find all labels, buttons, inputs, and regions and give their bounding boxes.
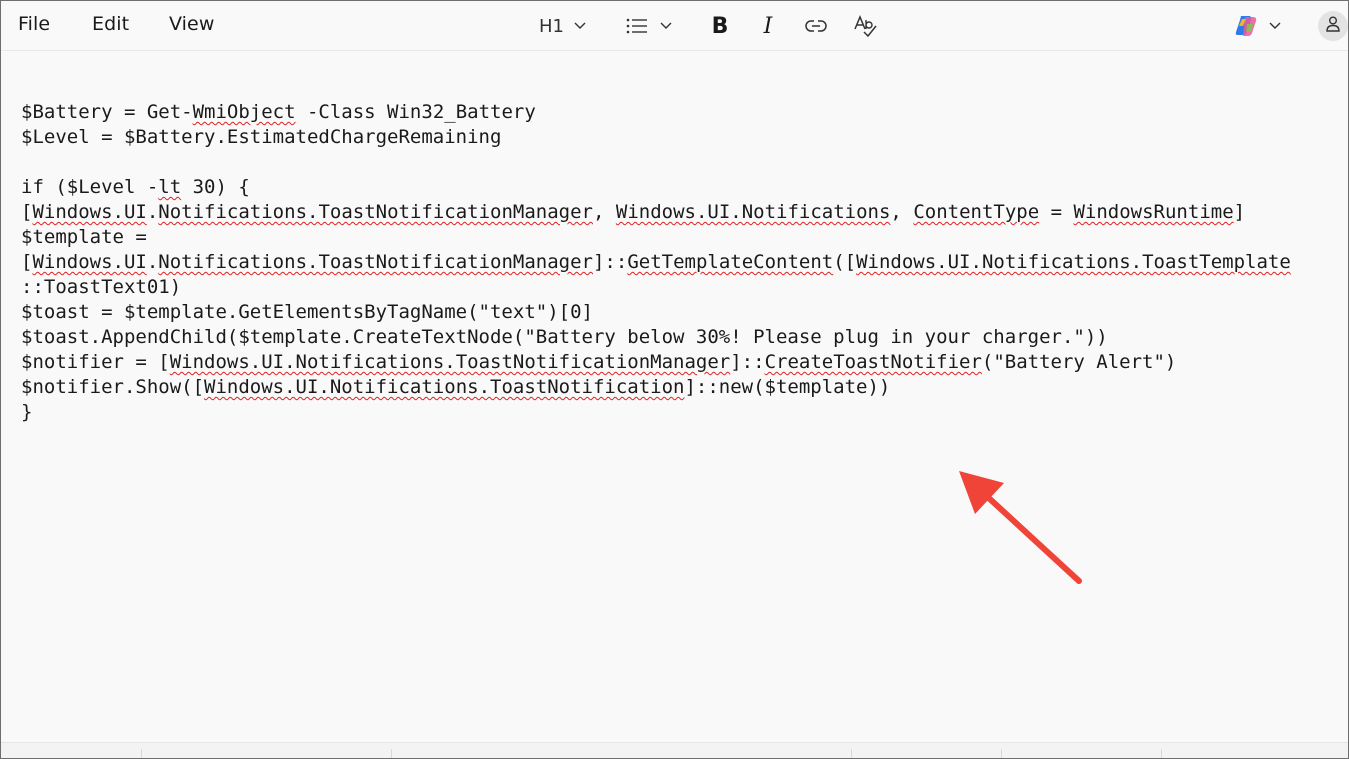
code-segment: ]::new($template)): [684, 376, 891, 398]
menu-file[interactable]: File: [18, 13, 50, 35]
code-segment: ,: [890, 201, 914, 223]
profile-icon: [1326, 16, 1340, 36]
code-segment: [: [21, 201, 33, 223]
code-line[interactable]: ::ToastText01): [21, 275, 1291, 300]
misspelled-word: Notifications.ToastNotificationManager: [158, 251, 593, 273]
profile-button[interactable]: [1318, 11, 1348, 41]
code-line[interactable]: $Battery = Get-WmiObject -Class Win32_Ba…: [21, 100, 1291, 125]
chevron-down-icon: [660, 22, 672, 30]
misspelled-word: Notifications.ToastNotificationManager: [158, 201, 593, 223]
chevron-down-icon: [1269, 22, 1281, 30]
editor-area[interactable]: $Battery = Get-WmiObject -Class Win32_Ba…: [1, 52, 1348, 742]
code-segment: [: [21, 251, 33, 273]
list-icon: [626, 18, 648, 34]
list-dropdown[interactable]: [626, 11, 682, 41]
code-segment: $toast.AppendChild($template.CreateTextN…: [21, 326, 1108, 348]
code-segment: 30) {: [181, 176, 250, 198]
menu-toolbar: File Edit View H1 B I: [1, 1, 1348, 51]
misspelled-word: GetTemplateContent: [627, 251, 834, 273]
status-separator: [1161, 749, 1162, 758]
heading-dropdown[interactable]: H1: [539, 11, 599, 41]
misspelled-word: lt: [158, 176, 182, 198]
link-icon: [805, 19, 827, 33]
code-segment: ("Battery Alert"): [981, 351, 1177, 373]
code-segment: -Class Win32_Battery: [295, 101, 536, 123]
code-line[interactable]: $toast = $template.GetElementsByTagName(…: [21, 300, 1291, 325]
code-segment: $notifier.Show([: [21, 376, 205, 398]
code-segment: $Level = $Battery.EstimatedChargeRemaini…: [21, 126, 502, 148]
status-separator: [391, 749, 392, 758]
misspelled-word: Windows.UI.Notifications.ToastNotificati…: [204, 376, 685, 398]
spellcheck-button[interactable]: [851, 11, 879, 41]
code-line[interactable]: $notifier = [Windows.UI.Notifications.To…: [21, 350, 1291, 375]
code-line[interactable]: $notifier.Show([Windows.UI.Notifications…: [21, 375, 1291, 400]
code-segment: ,: [592, 201, 616, 223]
copilot-dropdown[interactable]: [1233, 11, 1293, 41]
misspelled-word: Windows.UI: [32, 201, 147, 223]
copilot-icon: [1233, 14, 1259, 38]
status-bar: [1, 742, 1348, 758]
code-segment: }: [21, 401, 33, 423]
misspelled-word: WmiObject: [192, 101, 296, 123]
misspelled-word: Windows.UI: [32, 251, 147, 273]
heading-label: H1: [539, 15, 564, 37]
code-segment: $template =: [21, 226, 147, 248]
code-segment: $Battery = Get-: [21, 101, 193, 123]
italic-icon: I: [763, 13, 773, 39]
status-separator: [851, 749, 852, 758]
code-segment: ([: [833, 251, 857, 273]
code-text[interactable]: $Battery = Get-WmiObject -Class Win32_Ba…: [21, 100, 1291, 425]
code-line[interactable]: if ($Level -lt 30) {: [21, 175, 1291, 200]
spellcheck-icon: [853, 15, 877, 37]
status-separator: [1001, 749, 1002, 758]
italic-button[interactable]: I: [755, 11, 781, 41]
code-segment: ::ToastText01): [21, 276, 182, 298]
misspelled-word: WindowsRuntime: [1073, 201, 1234, 223]
code-line[interactable]: [Windows.UI.Notifications.ToastNotificat…: [21, 200, 1291, 225]
bold-button[interactable]: B: [707, 11, 733, 41]
code-segment: $toast = $template.GetElementsByTagName(…: [21, 301, 593, 323]
misspelled-word: Windows.UI.Notifications.ToastTemplate: [856, 251, 1291, 273]
code-line[interactable]: $template =: [21, 225, 1291, 250]
code-segment: .: [146, 251, 159, 273]
menu-view[interactable]: View: [169, 13, 215, 35]
code-segment: ]::: [592, 251, 628, 273]
status-separator: [141, 749, 142, 758]
notepad-window: File Edit View H1 B I $Battery = Get-Wmi…: [0, 0, 1349, 759]
code-line[interactable]: [21, 150, 1291, 175]
menu-edit[interactable]: Edit: [92, 13, 129, 35]
code-line[interactable]: $Level = $Battery.EstimatedChargeRemaini…: [21, 125, 1291, 150]
code-line[interactable]: [Windows.UI.Notifications.ToastNotificat…: [21, 250, 1291, 275]
code-segment: ]: [1233, 201, 1246, 223]
misspelled-word: CreateToastNotifier: [764, 351, 982, 373]
code-segment: .: [146, 201, 159, 223]
code-segment: if ($Level -: [21, 176, 159, 198]
bold-icon: B: [711, 13, 729, 39]
code-line[interactable]: $toast.AppendChild($template.CreateTextN…: [21, 325, 1291, 350]
misspelled-word: Windows.UI.Notifications.ToastNotificati…: [169, 351, 731, 373]
code-segment: ]::: [730, 351, 765, 373]
misspelled-word: Windows.UI.Notifications: [615, 201, 891, 223]
code-segment: $notifier = [: [21, 351, 170, 373]
code-line[interactable]: }: [21, 400, 1291, 425]
chevron-down-icon: [574, 22, 586, 30]
code-segment: =: [1039, 201, 1074, 223]
link-button[interactable]: [803, 11, 829, 41]
misspelled-word: ContentType: [913, 201, 1040, 223]
